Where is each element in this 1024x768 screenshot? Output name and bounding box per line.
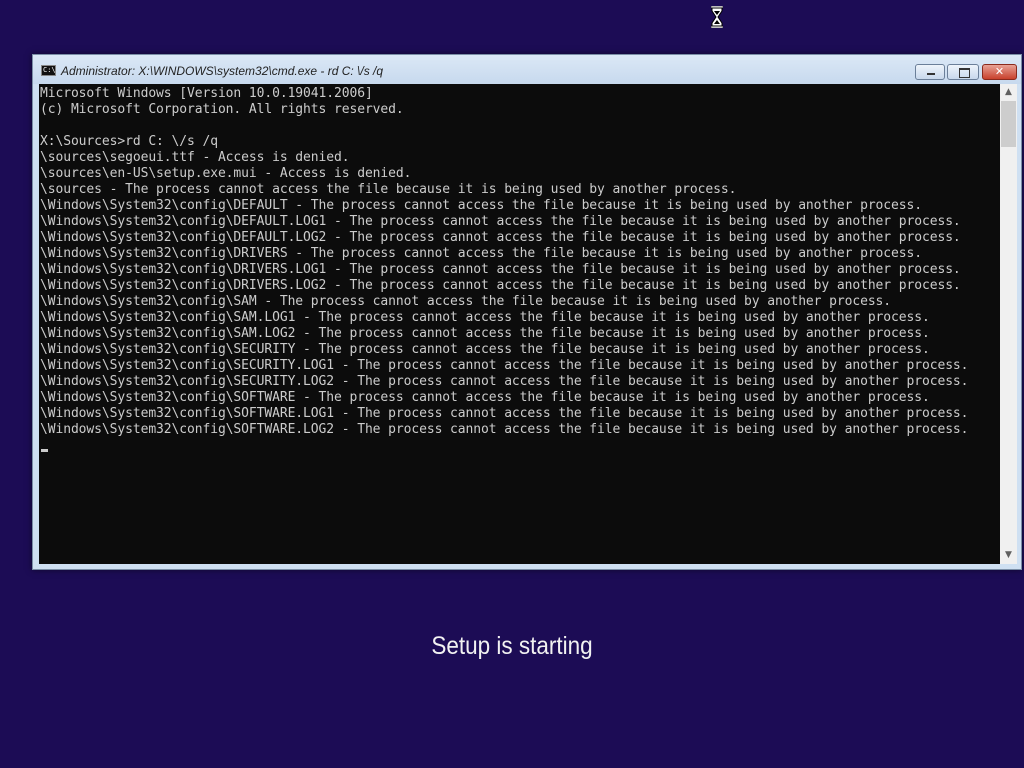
title-bar[interactable]: C:\ Administrator: X:\WINDOWS\system32\c… — [33, 55, 1021, 84]
cmd-icon-label: C:\ — [43, 66, 56, 74]
scroll-thumb[interactable] — [1001, 101, 1016, 147]
close-button[interactable]: ✕ — [982, 64, 1017, 80]
console-line: \sources\en-US\setup.exe.mui - Access is… — [40, 166, 412, 181]
hourglass-icon — [711, 6, 723, 28]
console-line: \Windows\System32\config\SAM.LOG2 - The … — [40, 326, 930, 341]
console-line: \Windows\System32\config\SECURITY - The … — [40, 342, 930, 357]
console-line: \Windows\System32\config\DEFAULT - The p… — [40, 198, 922, 213]
scroll-down-arrow-icon[interactable]: ▼ — [1000, 547, 1017, 564]
cmd-window[interactable]: C:\ Administrator: X:\WINDOWS\system32\c… — [32, 54, 1022, 570]
console-line: \sources\segoeui.ttf - Access is denied. — [40, 150, 350, 165]
console-line: \Windows\System32\config\DEFAULT.LOG2 - … — [40, 230, 961, 245]
console-line: (c) Microsoft Corporation. All rights re… — [40, 102, 404, 117]
console-line: \Windows\System32\config\SOFTWARE.LOG1 -… — [40, 406, 969, 421]
text-cursor — [41, 449, 48, 452]
console-line: \Windows\System32\config\SECURITY.LOG1 -… — [40, 358, 969, 373]
console-line: \Windows\System32\config\SOFTWARE.LOG2 -… — [40, 422, 969, 437]
setup-status-text: Setup is starting — [431, 632, 593, 660]
console-line: \Windows\System32\config\DRIVERS.LOG2 - … — [40, 278, 961, 293]
setup-desktop: C:\ Administrator: X:\WINDOWS\system32\c… — [0, 0, 1024, 768]
console-line: \Windows\System32\config\DEFAULT.LOG1 - … — [40, 214, 961, 229]
console-line: \Windows\System32\config\SAM.LOG1 - The … — [40, 310, 930, 325]
maximize-button[interactable] — [947, 64, 979, 80]
console-line: Microsoft Windows [Version 10.0.19041.20… — [40, 86, 373, 101]
maximize-icon — [959, 68, 970, 78]
console-line: \Windows\System32\config\DRIVERS - The p… — [40, 246, 922, 261]
cmd-icon[interactable]: C:\ — [41, 65, 56, 76]
console-line: \Windows\System32\config\DRIVERS.LOG1 - … — [40, 262, 961, 277]
close-icon: ✕ — [994, 65, 1005, 78]
minimize-button[interactable] — [915, 64, 945, 80]
window-title: Administrator: X:\WINDOWS\system32\cmd.e… — [61, 64, 384, 78]
console-output[interactable]: Microsoft Windows [Version 10.0.19041.20… — [39, 84, 1000, 564]
scroll-up-arrow-icon[interactable]: ▲ — [1000, 84, 1017, 101]
minimize-icon — [927, 73, 935, 75]
console-lines: Microsoft Windows [Version 10.0.19041.20… — [40, 86, 968, 438]
console-line: \Windows\System32\config\SECURITY.LOG2 -… — [40, 374, 969, 389]
console-line: \Windows\System32\config\SAM - The proce… — [40, 294, 892, 309]
vertical-scrollbar[interactable]: ▲ ▼ — [1000, 84, 1017, 564]
console-line: \Windows\System32\config\SOFTWARE - The … — [40, 390, 930, 405]
console-line: \sources - The process cannot access the… — [40, 182, 737, 197]
console-line: X:\Sources>rd C: \/s /q — [40, 134, 218, 149]
